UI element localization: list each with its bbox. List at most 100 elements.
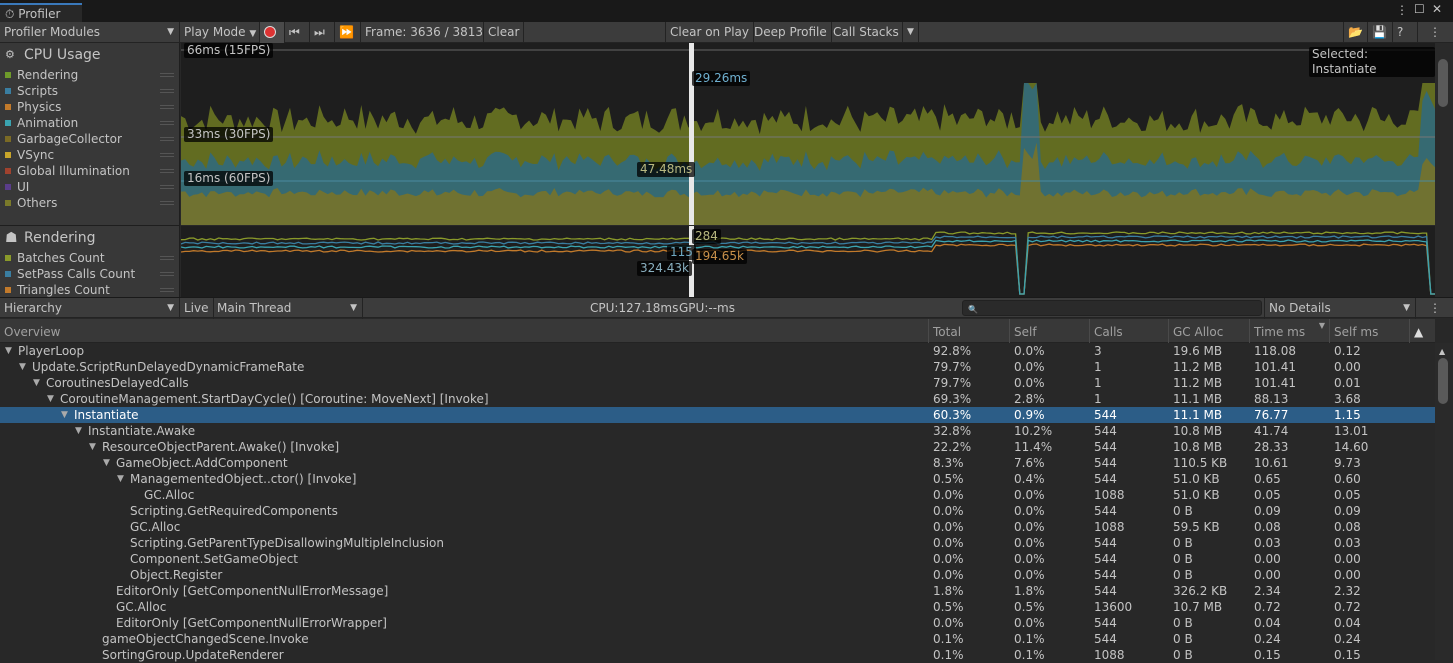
legend-item[interactable]: Scripts (0, 83, 179, 99)
clear-button[interactable]: Clear (484, 22, 524, 43)
drag-handle-icon[interactable] (160, 73, 174, 77)
hierarchy-options-button[interactable]: ⋮ (1425, 298, 1445, 319)
legend-item[interactable]: Animation (0, 115, 179, 131)
modules-scrollbar[interactable] (1435, 43, 1453, 297)
hierarchy-scrollbar[interactable]: ▲ (1435, 343, 1453, 660)
more-icon[interactable]: ⋮ (1396, 3, 1408, 17)
column-self-ms[interactable]: Self ms (1329, 319, 1409, 343)
table-row[interactable]: ▼ Instantiate.Awake 32.8% 10.2% 544 10.8 MB 41… (0, 423, 1435, 439)
table-row[interactable]: ▼ CoroutineManagement.StartDayCycle() [Co… (0, 391, 1435, 407)
table-row[interactable]: GC.Alloc 0.0% 0.0% 1088 59.5 KB 0.08 0.08 (0, 519, 1435, 535)
legend-item[interactable]: SetPass Calls Count (0, 266, 179, 282)
details-dropdown[interactable]: No Details ▼ (1264, 298, 1416, 319)
column-time-ms[interactable]: Time ms ▼ (1249, 319, 1329, 343)
legend-item[interactable]: Global Illumination (0, 163, 179, 179)
expand-arrow-icon[interactable]: ▼ (33, 375, 40, 391)
table-row[interactable]: Scripting.GetRequiredComponents 0.0% 0.0% 5… (0, 503, 1435, 519)
table-row[interactable]: GC.Alloc 0.5% 0.5% 13600 10.7 MB 0.72 0.72 (0, 599, 1435, 615)
drag-handle-icon[interactable] (160, 272, 174, 276)
expand-arrow-icon[interactable]: ▼ (103, 455, 110, 471)
deep-profile-toggle[interactable]: Deep Profile (750, 22, 832, 43)
column-self[interactable]: Self (1009, 319, 1089, 343)
record-button[interactable] (260, 22, 285, 43)
drag-handle-icon[interactable] (160, 201, 174, 205)
options-button[interactable]: ⋮ (1425, 22, 1445, 43)
help-button[interactable]: ? (1393, 22, 1418, 43)
table-row[interactable]: Component.SetGameObject 0.0% 0.0% 544 0 B 0.0… (0, 551, 1435, 567)
drag-handle-icon[interactable] (160, 288, 174, 292)
table-row[interactable]: ▼ ManagementedObject..ctor() [Invoke] 0.5%… (0, 471, 1435, 487)
load-button[interactable]: 📂 (1343, 22, 1368, 43)
cpu-usage-graph[interactable] (181, 43, 1435, 225)
rendering-graph[interactable] (181, 226, 1435, 297)
previous-frame-button[interactable]: ⏮ (285, 22, 310, 43)
drag-handle-icon[interactable] (160, 137, 174, 141)
profiler-icon: ⏱ (5, 7, 15, 21)
search-input[interactable]: 🔍 (962, 300, 1262, 316)
column-total[interactable]: Total (928, 319, 1009, 343)
clear-on-play-toggle[interactable]: Clear on Play (665, 22, 754, 43)
save-button[interactable]: 💾 (1368, 22, 1393, 43)
drag-handle-icon[interactable] (160, 89, 174, 93)
table-row[interactable]: ▼ CoroutinesDelayedCalls 79.7% 0.0% 1 11.2 MB… (0, 375, 1435, 391)
legend-item[interactable]: GarbageCollector (0, 131, 179, 147)
expand-arrow-icon[interactable]: ▼ (47, 391, 54, 407)
legend-item[interactable]: UI (0, 179, 179, 195)
drag-handle-icon[interactable] (160, 121, 174, 125)
expand-arrow-icon[interactable]: ▼ (75, 423, 82, 439)
drag-handle-icon[interactable] (160, 256, 174, 260)
rendering-chart[interactable]: 284 115 194.65k 324.43k (181, 226, 1435, 297)
fps-line-label: 16ms (60FPS) (184, 171, 274, 186)
legend-item[interactable]: Triangles Count (0, 282, 179, 297)
table-row[interactable]: Object.Register 0.0% 0.0% 544 0 B 0.00 0.00 (0, 567, 1435, 583)
profiler-tab[interactable]: ⏱ Profiler (0, 3, 82, 22)
legend-item[interactable]: Physics (0, 99, 179, 115)
table-row[interactable]: EditorOnly [GetComponentNullErrorMessage… (0, 583, 1435, 599)
legend-item[interactable]: Others (0, 195, 179, 211)
column-calls[interactable]: Calls (1089, 319, 1168, 343)
thread-dropdown[interactable]: Main Thread ▼ (213, 298, 363, 319)
cell-total: 1.8% (933, 584, 964, 598)
drag-handle-icon[interactable] (160, 105, 174, 109)
cpu-module-panel[interactable]: ⚙ CPU Usage Rendering Scripts Physics Animat… (0, 43, 180, 225)
close-icon[interactable]: ✕ (1432, 2, 1442, 16)
live-toggle[interactable]: Live (180, 298, 214, 319)
legend-item[interactable]: Rendering (0, 67, 179, 83)
table-row[interactable]: ▼ PlayerLoop 92.8% 0.0% 3 19.6 MB 118.08 0.12 (0, 343, 1435, 359)
cpu-usage-chart[interactable]: 66ms (15FPS) 33ms (30FPS) 16ms (60FPS) S… (181, 43, 1435, 225)
next-frame-button[interactable]: ⏭ (310, 22, 335, 43)
cell-self: 0.0% (1014, 488, 1045, 502)
table-row[interactable]: ▼ Update.ScriptRunDelayedDynamicFrameRate… (0, 359, 1435, 375)
profiler-modules-dropdown[interactable]: Profiler Modules ▼ (0, 22, 180, 43)
expand-arrow-icon[interactable]: ▼ (5, 343, 12, 359)
cell-self: 0.0% (1014, 376, 1045, 390)
drag-handle-icon[interactable] (160, 153, 174, 157)
play-mode-dropdown[interactable]: Play Mode ▼ (180, 22, 260, 43)
cell-calls: 544 (1094, 440, 1117, 454)
table-row[interactable]: ▼ ResourceObjectParent.Awake() [Invoke] 22… (0, 439, 1435, 455)
call-stacks-toggle[interactable]: Call Stacks (829, 22, 903, 43)
column-gc-alloc[interactable]: GC Alloc (1168, 319, 1249, 343)
expand-arrow-icon[interactable]: ▼ (117, 471, 124, 487)
table-row[interactable]: gameObjectChangedScene.Invoke 0.1% 0.1% 544… (0, 631, 1435, 647)
table-row[interactable]: Scripting.GetParentTypeDisallowingMultip… (0, 535, 1435, 551)
call-stacks-dropdown[interactable]: ▼ (903, 22, 919, 43)
maximize-icon[interactable]: ☐ (1414, 2, 1425, 16)
table-row[interactable]: ▼ GameObject.AddComponent 8.3% 7.6% 544 110.5… (0, 455, 1435, 471)
table-row[interactable]: ▼ Instantiate 60.3% 0.9% 544 11.1 MB 76.77 1.15 (0, 407, 1435, 423)
drag-handle-icon[interactable] (160, 169, 174, 173)
current-frame-button[interactable]: ⏩ (335, 22, 361, 43)
drag-handle-icon[interactable] (160, 185, 174, 189)
table-row[interactable]: SortingGroup.UpdateRenderer 0.1% 0.1% 1088 0… (0, 647, 1435, 663)
expand-arrow-icon[interactable]: ▼ (89, 439, 96, 455)
legend-item[interactable]: VSync (0, 147, 179, 163)
legend-item[interactable]: Batches Count (0, 250, 179, 266)
table-row[interactable]: EditorOnly [GetComponentNullErrorWrapper… (0, 615, 1435, 631)
expand-arrow-icon[interactable]: ▼ (19, 359, 26, 375)
table-row[interactable]: GC.Alloc 0.0% 0.0% 1088 51.0 KB 0.05 0.05 (0, 487, 1435, 503)
view-type-dropdown[interactable]: Hierarchy ▼ (0, 298, 180, 319)
rendering-module-panel[interactable]: ☗ Rendering Batches Count SetPass Calls Co… (0, 225, 180, 297)
column-warnings[interactable]: ▲ (1409, 319, 1435, 343)
column-overview[interactable]: Overview (0, 319, 61, 343)
expand-arrow-icon[interactable]: ▼ (61, 407, 68, 423)
